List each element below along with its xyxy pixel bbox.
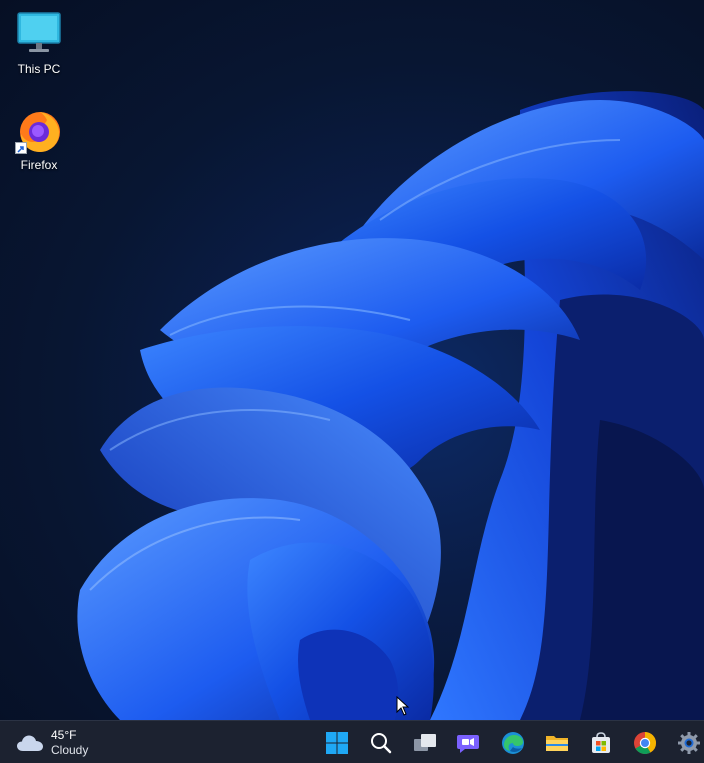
start-button[interactable] bbox=[321, 727, 353, 759]
bloom-wallpaper bbox=[77, 91, 704, 720]
store-icon bbox=[592, 732, 610, 753]
gear-icon bbox=[678, 732, 700, 754]
taskbar: 45°F Cloudy bbox=[0, 720, 704, 763]
chrome-button[interactable] bbox=[629, 727, 661, 759]
chat-button[interactable] bbox=[453, 727, 485, 759]
task-view-icon bbox=[414, 734, 436, 751]
mouse-cursor-icon bbox=[396, 696, 410, 716]
edge-button[interactable] bbox=[497, 727, 529, 759]
shortcut-arrow-icon bbox=[15, 142, 27, 154]
chrome-icon bbox=[634, 732, 656, 754]
desktop: This PC Firefox bbox=[0, 0, 704, 720]
folder-icon bbox=[546, 736, 568, 751]
desktop-icon-this-pc[interactable]: This PC bbox=[1, 10, 77, 76]
task-view-button[interactable] bbox=[409, 727, 441, 759]
search-icon bbox=[371, 733, 392, 754]
desktop-icon-label: Firefox bbox=[20, 158, 58, 172]
windows-start-icon bbox=[326, 732, 348, 754]
desktop-icon-firefox[interactable]: Firefox bbox=[1, 106, 77, 172]
teams-chat-icon bbox=[457, 735, 479, 753]
edge-icon bbox=[502, 732, 524, 754]
weather-temperature: 45°F bbox=[51, 728, 77, 742]
weather-widget[interactable]: 45°F Cloudy bbox=[16, 727, 88, 759]
weather-condition: Cloudy bbox=[51, 743, 89, 757]
microsoft-store-button[interactable] bbox=[585, 727, 617, 759]
search-button[interactable] bbox=[365, 727, 397, 759]
monitor-icon bbox=[15, 10, 63, 58]
file-explorer-button[interactable] bbox=[541, 727, 573, 759]
cloud-icon bbox=[17, 735, 43, 751]
settings-button[interactable] bbox=[673, 727, 704, 759]
firefox-icon bbox=[15, 106, 63, 154]
desktop-icon-label: This PC bbox=[17, 62, 61, 76]
